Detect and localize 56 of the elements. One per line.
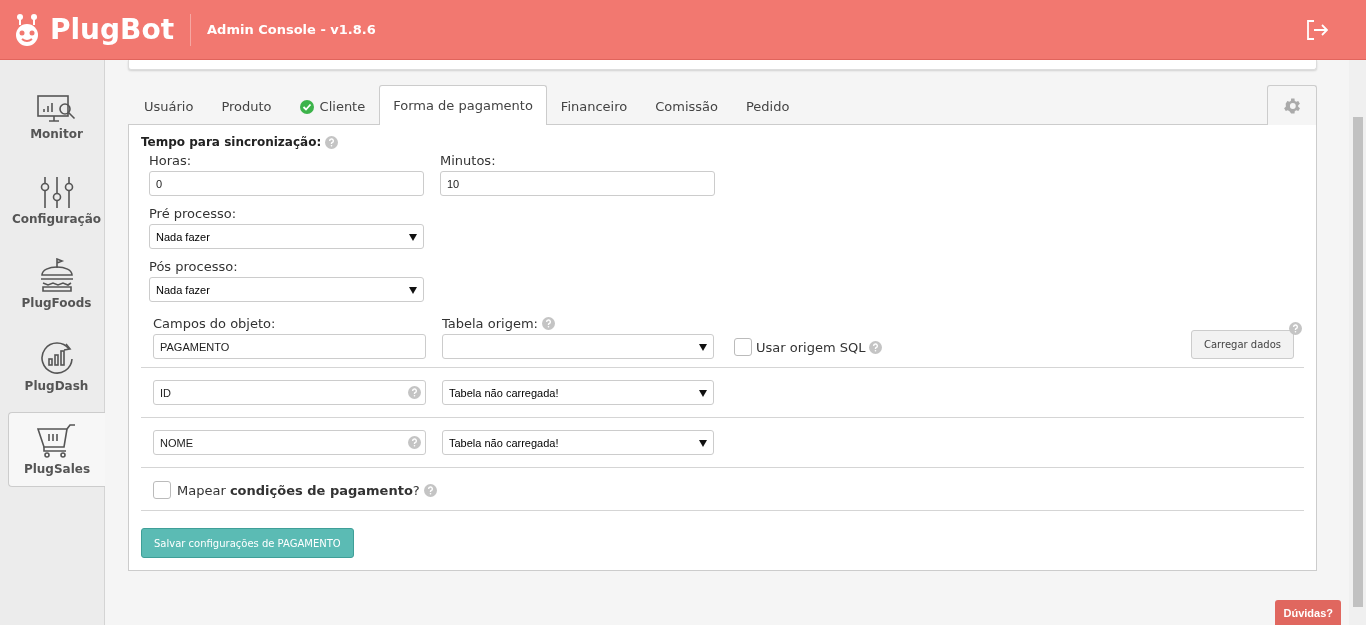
sidebar-item[interactable]: Configuração: [8, 163, 104, 238]
caret-icon: [699, 342, 707, 351]
sidebar-item[interactable]: PlugSales: [8, 412, 105, 487]
object-fields-input[interactable]: PAGAMENTO: [153, 334, 426, 359]
logo-text: PlugBot: [50, 13, 175, 46]
monitor-icon: [36, 94, 77, 123]
minutes-input[interactable]: 10: [440, 171, 715, 196]
field-label: Campos do objeto:: [153, 316, 277, 331]
help-icon[interactable]: [541, 317, 555, 330]
app-subtitle: Admin Console - v1.8.6: [207, 22, 376, 37]
burger-icon: [38, 257, 75, 292]
settings-button[interactable]: [1267, 85, 1317, 125]
post-process-select[interactable]: Nada fazer: [149, 277, 424, 302]
caret-icon: [699, 438, 707, 447]
help-icon[interactable]: [423, 483, 437, 497]
load-data-button[interactable]: Carregar dados: [1191, 330, 1294, 359]
tab[interactable]: Pedido: [732, 87, 804, 125]
sidebar-item[interactable]: PlugFoods: [8, 246, 104, 321]
field-label: Minutos:: [440, 153, 497, 168]
field-label: Pré processo:: [149, 206, 238, 221]
tab[interactable]: Forma de pagamento: [379, 85, 547, 125]
field-label: Pós processo:: [149, 259, 239, 274]
help-icon[interactable]: [408, 436, 421, 449]
hours-input[interactable]: 0: [149, 171, 424, 196]
logout-icon[interactable]: [1306, 19, 1328, 40]
checkbox-label: Mapear condições de pagamento?: [177, 482, 420, 498]
section-title: Tempo para sincronização:: [141, 135, 322, 149]
tab[interactable]: Produto: [207, 87, 286, 125]
sidebar-item[interactable]: Monitor: [8, 80, 104, 155]
tab[interactable]: Usuário: [130, 87, 208, 125]
dashboard-icon: [38, 340, 75, 375]
field-input[interactable]: ID: [153, 380, 426, 405]
source-column-select[interactable]: Tabela não carregada!: [442, 380, 714, 405]
caret-icon: [409, 285, 417, 294]
scrollbar[interactable]: [1349, 60, 1366, 625]
source-table-select[interactable]: [442, 334, 714, 359]
help-icon[interactable]: [1289, 322, 1302, 335]
help-icon[interactable]: [869, 340, 883, 354]
tab[interactable]: Comissão: [641, 87, 732, 125]
caret-icon: [409, 232, 417, 241]
checkbox[interactable]: [153, 481, 171, 499]
sidebar-item[interactable]: PlugDash: [8, 329, 104, 404]
pre-process-select[interactable]: Nada fazer: [149, 224, 424, 249]
tab[interactable]: Financeiro: [546, 87, 642, 125]
caret-icon: [699, 388, 707, 397]
help-icon[interactable]: [325, 135, 339, 149]
field-input[interactable]: NOME: [153, 430, 426, 455]
source-column-select[interactable]: Tabela não carregada!: [442, 430, 714, 455]
cart-icon: [37, 423, 77, 458]
help-icon[interactable]: [408, 386, 421, 399]
field-label: Tabela origem:: [442, 316, 538, 331]
tab[interactable]: Cliente: [285, 87, 380, 125]
checkbox-label: Usar origem SQL: [756, 339, 866, 355]
checkbox[interactable]: [734, 338, 752, 356]
field-label: Horas:: [149, 153, 193, 168]
sliders-icon: [39, 175, 74, 208]
